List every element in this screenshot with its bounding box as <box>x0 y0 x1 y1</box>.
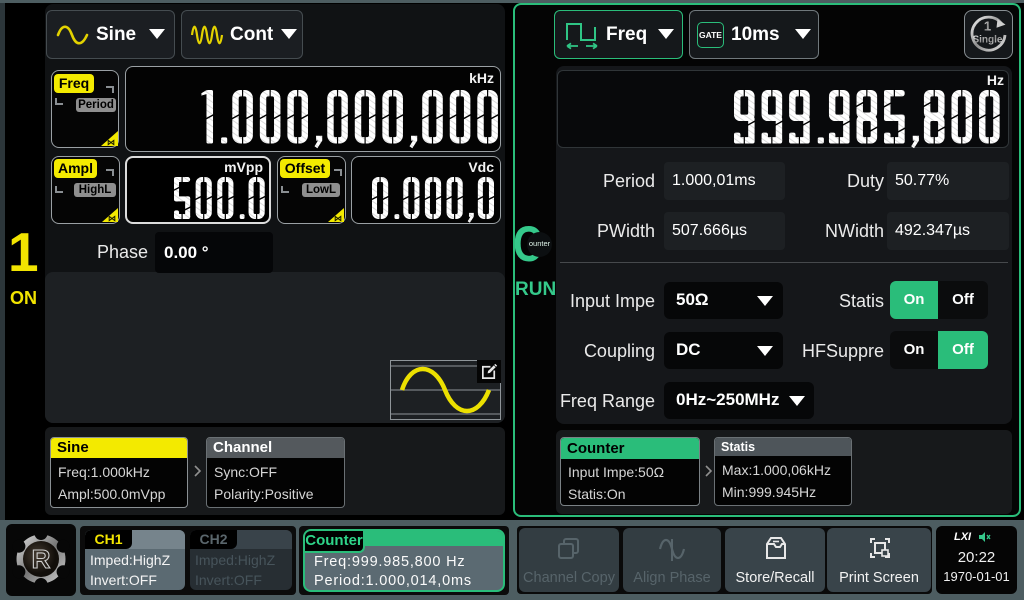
svg-text:R: R <box>32 544 51 574</box>
svg-text:Single: Single <box>972 35 1002 46</box>
svg-text:1: 1 <box>984 19 991 34</box>
